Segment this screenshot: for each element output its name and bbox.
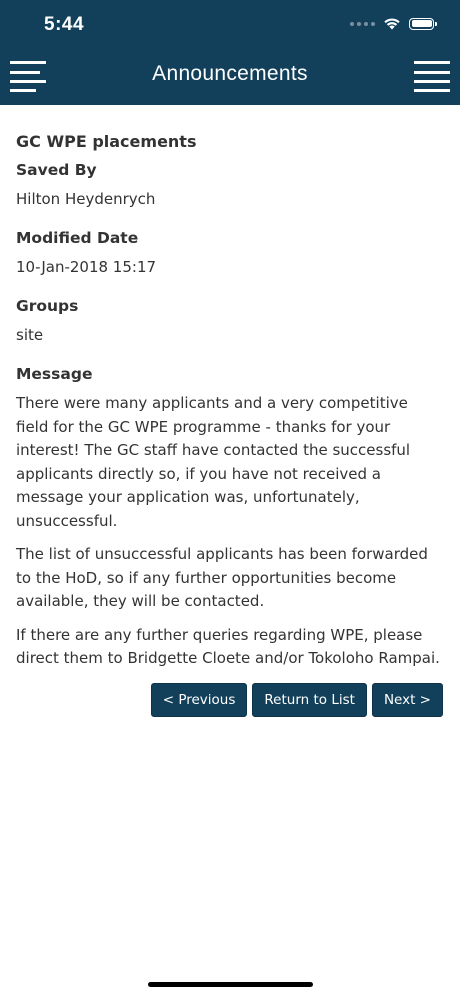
message-field: Message There were many applicants and a… — [16, 363, 444, 671]
groups-field: Groups site — [16, 295, 444, 346]
announcement-detail: GC WPE placements Saved By Hilton Heyden… — [16, 130, 444, 681]
saved-by-field: Saved By Hilton Heydenrych — [16, 159, 444, 210]
message-paragraph: If there are any further queries regardi… — [16, 625, 440, 668]
modified-date-field: Modified Date 10-Jan-2018 15:17 — [16, 227, 444, 278]
home-indicator — [148, 982, 313, 987]
groups-label: Groups — [16, 297, 79, 315]
modified-date-label: Modified Date — [16, 229, 139, 247]
previous-button[interactable]: < Previous — [150, 683, 248, 717]
status-indicators — [350, 17, 437, 30]
message-paragraph: There were many applicants and a very co… — [16, 394, 411, 530]
status-time: 5:44 — [44, 14, 85, 35]
groups-value: site — [16, 326, 44, 344]
wifi-icon — [384, 18, 400, 30]
battery-icon — [409, 17, 437, 30]
page-title: Announcements — [152, 62, 308, 85]
modified-date-value: 10-Jan-2018 15:17 — [16, 258, 157, 276]
app-header: 5:44 Announcements — [0, 0, 460, 105]
announcement-title: GC WPE placements — [16, 132, 197, 151]
message-paragraph: The list of unsuccessful applicants has … — [16, 545, 428, 610]
saved-by-value: Hilton Heydenrych — [16, 190, 156, 208]
return-to-list-button[interactable]: Return to List — [252, 683, 367, 717]
next-button[interactable]: Next > — [371, 683, 443, 717]
saved-by-label: Saved By — [16, 161, 97, 179]
pagination-controls: < Previous Return to List Next > — [150, 683, 443, 717]
cellular-signal-icon — [350, 21, 375, 26]
message-label: Message — [16, 365, 93, 383]
options-menu-icon[interactable] — [414, 60, 450, 92]
